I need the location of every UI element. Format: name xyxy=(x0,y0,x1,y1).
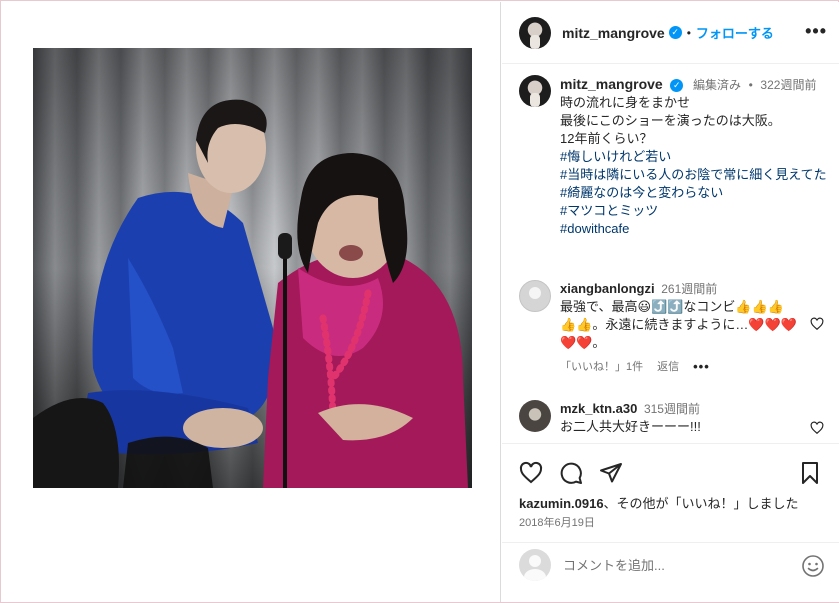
comment-item: mzk_ktn.a30 315週間前 お二人共大好きーーー!!! xyxy=(519,400,829,436)
comment-text: お二人共大好きーーー!!! xyxy=(560,419,701,434)
page-frame: mitz_mangrove ✓ • フォローする ••• mitz_mangro… xyxy=(0,0,839,603)
comment-text: 最強で、最高😃⤴️⤴️なコンビ👍👍👍👍👍。永遠に続きますように…❤️❤️❤️❤️… xyxy=(560,299,797,350)
commenter-username[interactable]: xiangbanlongzi xyxy=(560,281,655,296)
heart-icon[interactable] xyxy=(519,461,543,485)
follow-button[interactable]: フォローする xyxy=(696,23,774,42)
post-actions: kazumin.0916、その他が「いいね！」しました 2018年6月19日 xyxy=(502,443,839,581)
verified-badge-icon: ✓ xyxy=(670,79,684,92)
header-separator: • xyxy=(686,25,691,40)
liker-username[interactable]: kazumin.0916 xyxy=(519,496,604,511)
comment-time[interactable]: 315週間前 xyxy=(644,402,700,416)
reply-button[interactable]: 返信 xyxy=(657,358,679,376)
more-options-button[interactable]: ••• xyxy=(805,22,827,40)
caption-time[interactable]: 322週間前 xyxy=(760,78,816,92)
hashtag-link[interactable]: #当時は隣にいる人のお陰で常に細く見えてた xyxy=(560,166,829,184)
caption-avatar[interactable] xyxy=(519,75,551,107)
author-username[interactable]: mitz_mangrove xyxy=(562,25,665,41)
hashtag-link[interactable]: #マツコとミッツ xyxy=(560,202,829,220)
caption-line: 時の流れに身をまかせ xyxy=(560,95,691,110)
share-icon[interactable] xyxy=(599,461,623,485)
current-user-avatar xyxy=(519,549,551,581)
commenter-avatar[interactable] xyxy=(519,400,551,432)
likes-suffix: 、その他が「いいね！」しました xyxy=(603,496,799,511)
caption-line: 最後にこのショーを演ったのは大阪。 xyxy=(560,113,781,128)
post-image xyxy=(33,48,472,488)
comment-like-heart-icon[interactable] xyxy=(810,317,824,331)
comment-time[interactable]: 261週間前 xyxy=(661,282,717,296)
post-sidebar: mitz_mangrove ✓ • フォローする ••• mitz_mangro… xyxy=(502,2,839,602)
emoji-icon[interactable] xyxy=(801,554,825,578)
media-pane xyxy=(2,2,501,602)
verified-badge-icon: ✓ xyxy=(668,26,682,39)
comment-more-button[interactable]: ••• xyxy=(693,358,710,376)
caption-username[interactable]: mitz_mangrove xyxy=(560,76,663,92)
caption-line: 12年前くらい？ xyxy=(560,131,653,146)
caption: mitz_mangrove ✓ 編集済み • 322週間前 時の流れに身をまかせ… xyxy=(519,75,829,238)
comment-item: xiangbanlongzi 261週間前 最強で、最高😃⤴️⤴️なコンビ👍👍👍… xyxy=(519,280,829,376)
hashtag-link[interactable]: #綺麗なのは今と変わらない xyxy=(560,184,829,202)
author-avatar[interactable] xyxy=(519,16,551,49)
caption-separator: • xyxy=(748,78,753,92)
edited-label: 編集済み xyxy=(692,78,741,92)
comments-list[interactable]: mitz_mangrove ✓ 編集済み • 322週間前 時の流れに身をまかせ… xyxy=(502,65,839,443)
post-header: mitz_mangrove ✓ • フォローする ••• xyxy=(502,2,839,64)
hashtag-link[interactable]: #悔しいけれど若い xyxy=(560,148,829,166)
add-comment-bar xyxy=(502,542,839,587)
post-photo[interactable] xyxy=(33,48,472,488)
commenter-avatar[interactable] xyxy=(519,280,551,312)
comment-likes-count[interactable]: 「いいね！」1件 xyxy=(560,358,643,376)
comment-like-heart-icon[interactable] xyxy=(810,421,824,435)
comment-icon[interactable] xyxy=(559,461,583,485)
likes-summary[interactable]: kazumin.0916、その他が「いいね！」しました xyxy=(519,493,799,512)
hashtag-link[interactable]: #dowithcafe xyxy=(560,220,829,238)
comment-input[interactable] xyxy=(563,557,783,573)
post-date[interactable]: 2018年6月19日 xyxy=(519,514,595,530)
bookmark-icon[interactable] xyxy=(798,461,822,485)
commenter-username[interactable]: mzk_ktn.a30 xyxy=(560,401,637,416)
